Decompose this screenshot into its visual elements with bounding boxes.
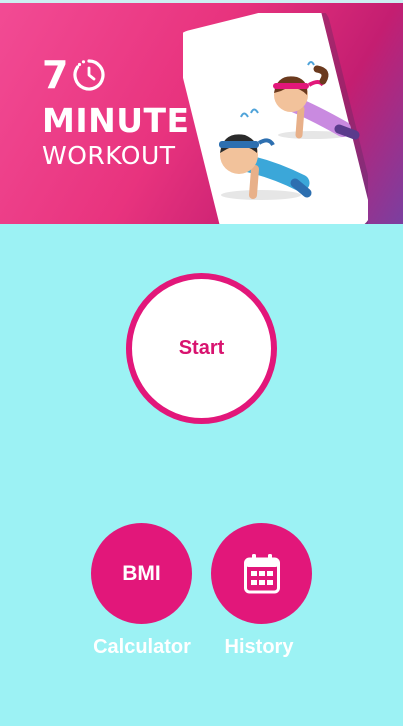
clock-icon [73, 59, 106, 91]
phone-illustration [183, 13, 368, 224]
logo-minute: MINUTE [42, 101, 190, 140]
logo-workout: WORKOUT [42, 141, 176, 170]
start-button[interactable]: Start [126, 273, 277, 424]
history-caption[interactable]: History [194, 636, 324, 659]
bmi-button-label: BMI [122, 561, 161, 585]
start-button-label: Start [178, 337, 225, 359]
logo-number: 7 [42, 53, 69, 97]
bmi-button[interactable]: BMI [91, 523, 192, 624]
history-button[interactable] [211, 523, 312, 624]
header-banner: 7 MINUTE WORKOUT [0, 3, 403, 224]
bmi-caption[interactable]: Calculator [77, 636, 207, 659]
app-logo: 7 MINUTE WORKOUT [42, 55, 190, 171]
calendar-icon [243, 553, 280, 593]
